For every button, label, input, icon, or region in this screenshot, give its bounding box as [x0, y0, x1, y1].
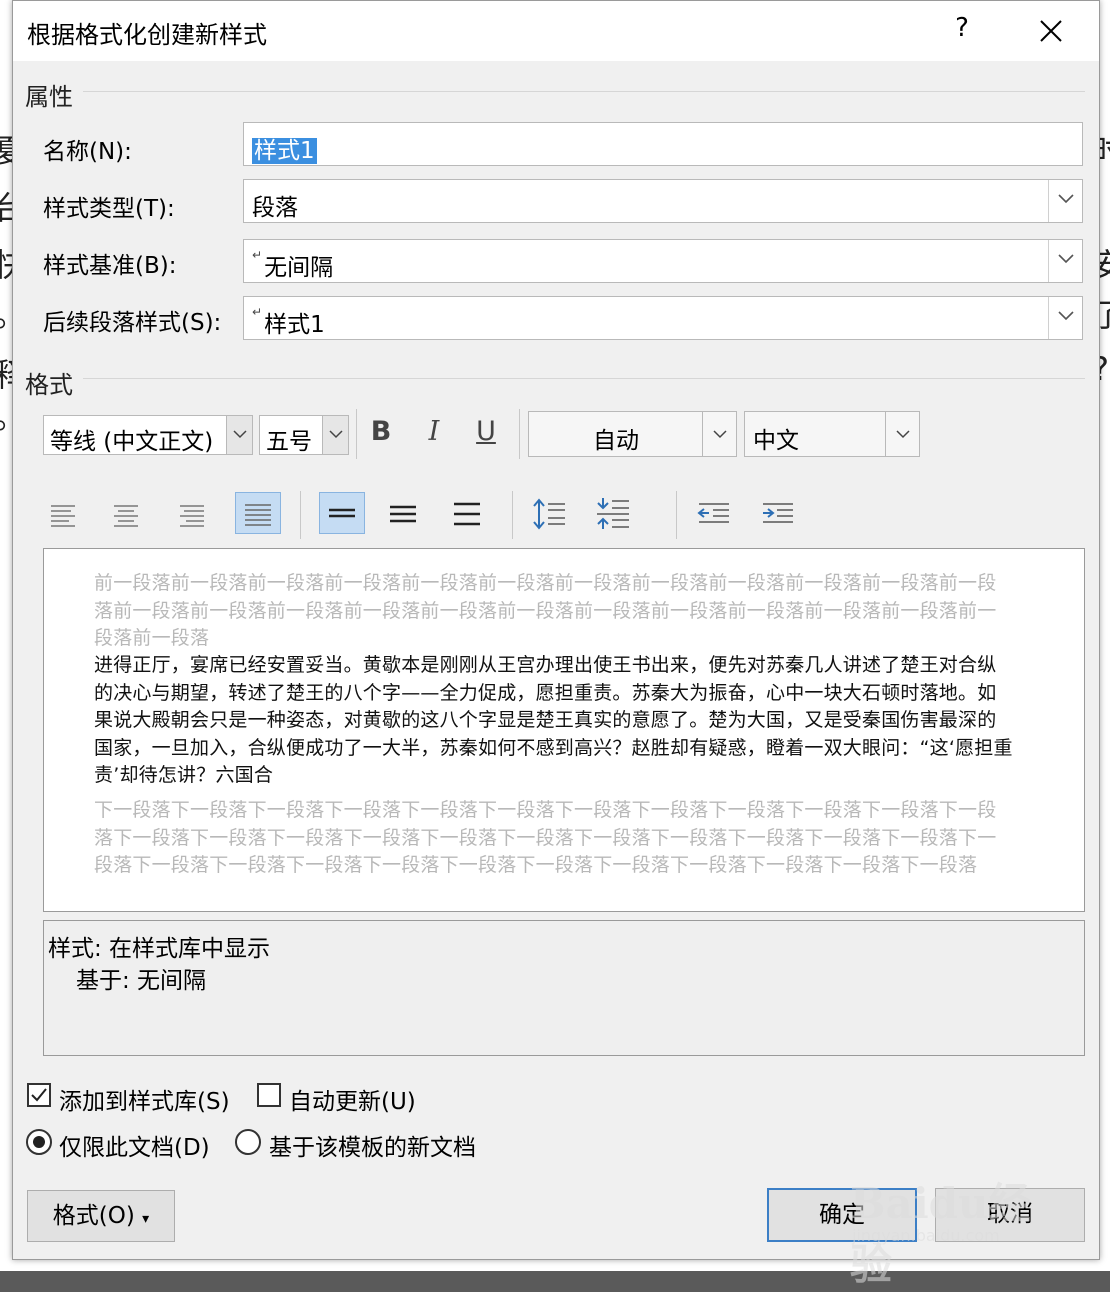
paragraph-return-icon: ↵ — [252, 248, 263, 262]
based-on-value: 无间隔 — [264, 255, 334, 281]
close-button[interactable] — [1031, 11, 1071, 51]
only-this-document-radio[interactable] — [26, 1129, 52, 1155]
preview-next-paragraph: 下一段落下一段落下一段落下一段落下一段落下一段落下一段落下一段落下一段落下一段落… — [94, 799, 997, 876]
checkmark-icon — [31, 1088, 47, 1102]
underline-button[interactable]: U — [468, 412, 504, 452]
divider — [83, 91, 1085, 92]
format-menu-button[interactable]: 格式(O) ▾ — [27, 1190, 175, 1242]
align-left-icon — [51, 505, 75, 527]
baidu-watermark: Baidu经验 jingyan.baidu.com — [850, 1150, 1060, 1289]
close-icon — [1040, 20, 1062, 42]
chevron-down-icon[interactable] — [1048, 180, 1082, 222]
spacing-increase-icon — [533, 498, 565, 530]
line-spacing-single-icon — [329, 508, 355, 518]
style-type-dropdown[interactable]: 段落 — [243, 179, 1083, 223]
align-left-button[interactable] — [41, 493, 87, 535]
align-center-icon — [114, 505, 138, 527]
preview-previous-paragraph: 前一段落前一段落前一段落前一段落前一段落前一段落前一段落前一段落前一段落前一段落… — [94, 572, 997, 649]
decrease-indent-button[interactable] — [691, 493, 737, 535]
toolbar-separator — [512, 491, 513, 539]
style-description: 样式: 在样式库中显示 基于: 无间隔 — [43, 920, 1085, 1056]
chevron-down-icon[interactable] — [226, 416, 252, 454]
dialog-title: 根据格式化创建新样式 — [27, 21, 267, 49]
chevron-down-icon[interactable] — [1048, 297, 1082, 339]
style-type-value: 段落 — [252, 195, 298, 221]
next-style-label: 后续段落样式(S): — [43, 310, 222, 336]
next-style-dropdown[interactable]: ↵样式1 — [243, 296, 1083, 340]
create-style-dialog: 根据格式化创建新样式 ? 属性 名称(N): 样式1 样式类型(T): 段落 样… — [12, 0, 1100, 1260]
one-half-spacing-button[interactable] — [380, 493, 426, 535]
decrease-paragraph-spacing-button[interactable] — [591, 493, 637, 535]
name-input[interactable]: 样式1 — [243, 122, 1083, 166]
auto-update-checkbox[interactable] — [257, 1083, 281, 1107]
font-value: 等线 (中文正文) — [50, 429, 214, 455]
font-dropdown[interactable]: 等线 (中文正文) — [43, 415, 253, 455]
align-right-icon — [180, 505, 204, 527]
based-on-dropdown[interactable]: ↵无间隔 — [243, 239, 1083, 283]
chevron-down-icon[interactable] — [702, 412, 736, 456]
toolbar-separator — [356, 409, 357, 459]
font-size-value: 五号 — [266, 429, 312, 455]
toolbar-separator — [300, 491, 301, 539]
font-color-dropdown[interactable]: 自动 — [528, 411, 737, 457]
script-dropdown[interactable]: 中文 — [744, 411, 920, 457]
style-type-label: 样式类型(T): — [43, 196, 175, 222]
spacing-decrease-icon — [597, 498, 629, 529]
next-style-value: 样式1 — [264, 312, 325, 338]
toolbar-separator — [676, 491, 677, 539]
description-line-2: 基于: 无间隔 — [76, 968, 207, 994]
format-button-label: 格式(O) — [52, 1203, 135, 1229]
name-value: 样式1 — [252, 138, 317, 164]
font-size-dropdown[interactable]: 五号 — [259, 415, 349, 455]
divider — [83, 378, 1085, 379]
script-value: 中文 — [753, 428, 799, 454]
description-line-1: 样式: 在样式库中显示 — [48, 936, 271, 962]
align-right-button[interactable] — [168, 493, 214, 535]
new-documents-radio[interactable] — [235, 1129, 261, 1155]
double-spacing-button[interactable] — [444, 493, 490, 535]
title-bar: 根据格式化创建新样式 ? — [13, 1, 1099, 61]
increase-indent-button[interactable] — [755, 493, 801, 535]
outdent-icon — [697, 503, 729, 523]
increase-paragraph-spacing-button[interactable] — [527, 493, 573, 535]
add-to-gallery-checkbox[interactable] — [27, 1083, 51, 1107]
align-center-button[interactable] — [103, 493, 149, 535]
chevron-down-icon[interactable] — [885, 412, 919, 456]
only-this-document-label[interactable]: 仅限此文档(D) — [59, 1128, 210, 1162]
chevron-down-icon[interactable] — [322, 416, 348, 454]
chevron-down-icon[interactable] — [1048, 240, 1082, 282]
font-color-value: 自动 — [593, 428, 639, 454]
dropdown-arrow-icon: ▾ — [142, 1211, 150, 1227]
toolbar-separator — [519, 409, 520, 459]
auto-update-label[interactable]: 自动更新(U) — [289, 1082, 416, 1116]
line-spacing-double-icon — [454, 502, 480, 526]
single-spacing-button[interactable] — [319, 492, 365, 534]
bold-button[interactable]: B — [363, 412, 399, 452]
preview-sample-paragraph: 进得正厅，宴席已经安置妥当。黄歇本是刚刚从王宫办理出使王书出来，便先对苏秦几人讲… — [94, 654, 1013, 786]
help-button[interactable]: ? — [947, 13, 977, 47]
format-section-title: 格式 — [25, 371, 73, 399]
properties-section-title: 属性 — [25, 83, 73, 111]
italic-button[interactable]: I — [416, 412, 452, 452]
based-on-label: 样式基准(B): — [43, 253, 177, 279]
line-spacing-1-5-icon — [390, 505, 416, 523]
justify-icon — [245, 504, 271, 526]
style-preview-pane: 前一段落前一段落前一段落前一段落前一段落前一段落前一段落前一段落前一段落前一段落… — [43, 548, 1085, 912]
add-to-gallery-label[interactable]: 添加到样式库(S) — [59, 1082, 230, 1116]
justify-button[interactable] — [235, 492, 281, 534]
watermark-url: jingyan.baidu.com — [852, 1226, 1000, 1245]
paragraph-return-icon: ↵ — [252, 305, 263, 319]
indent-icon — [763, 503, 793, 523]
new-documents-label[interactable]: 基于该模板的新文档 — [269, 1128, 476, 1162]
name-label: 名称(N): — [43, 139, 132, 165]
